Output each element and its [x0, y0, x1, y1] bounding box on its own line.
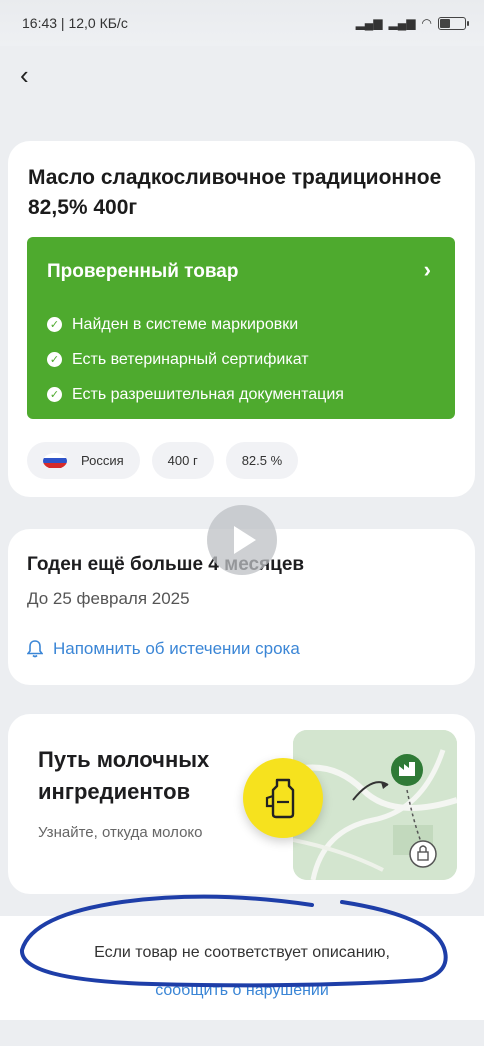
back-button[interactable]: ‹	[20, 60, 50, 90]
check-item: ✓ Есть разрешительная документация	[47, 377, 344, 412]
remind-expiry-button[interactable]: Напомнить об истечении срока	[27, 639, 300, 659]
battery-icon	[438, 16, 469, 30]
product-chips: Россия 400 г 82.5 %	[27, 442, 299, 479]
country-chip: Россия	[27, 442, 140, 479]
video-play-button[interactable]	[207, 505, 277, 575]
check-icon: ✓	[47, 352, 62, 367]
status-bar: 16:43 | 12,0 КБ/с ▂▄▆ ▂▄▆ ◠	[0, 0, 484, 46]
check-item: ✓ Есть ветеринарный сертификат	[47, 342, 344, 377]
check-item: ✓ Найден в системе маркировки	[47, 307, 344, 342]
check-icon: ✓	[47, 387, 62, 402]
bell-icon	[27, 640, 43, 658]
verified-product-banner[interactable]: Проверенный товар › ✓ Найден в системе м…	[27, 237, 455, 419]
milk-can-icon	[243, 758, 323, 838]
russia-flag-icon	[43, 452, 67, 469]
signal-icon: ▂▄▆	[355, 16, 383, 30]
weight-chip: 400 г	[151, 442, 214, 479]
check-icon: ✓	[47, 317, 62, 332]
status-left: 16:43 | 12,0 КБ/с	[22, 15, 128, 31]
hand-drawn-highlight	[20, 894, 448, 988]
status-icons: ▂▄▆ ▂▄▆ ◠	[355, 16, 469, 30]
product-card: Масло сладкосливочное традиционное 82,5%…	[8, 141, 475, 497]
play-icon	[234, 526, 256, 554]
expiry-date: До 25 февраля 2025	[27, 589, 190, 608]
milk-path-card[interactable]: Путь молочных ингредиентов Узнайте, отку…	[8, 714, 475, 894]
fat-chip: 82.5 %	[225, 442, 299, 479]
product-title: Масло сладкосливочное традиционное 82,5%…	[28, 166, 442, 219]
system-navbar	[0, 1020, 484, 1046]
milk-path-title: Путь молочных ингредиентов	[38, 747, 210, 804]
milk-path-subtitle: Узнайте, откуда молоко	[38, 824, 203, 841]
verified-check-list: ✓ Найден в системе маркировки ✓ Есть вет…	[47, 307, 344, 412]
signal-icon-2: ▂▄▆	[388, 16, 416, 30]
chevron-right-icon: ›	[423, 257, 431, 282]
verified-title: Проверенный товар	[47, 261, 239, 282]
wifi-icon: ◠	[421, 16, 432, 30]
